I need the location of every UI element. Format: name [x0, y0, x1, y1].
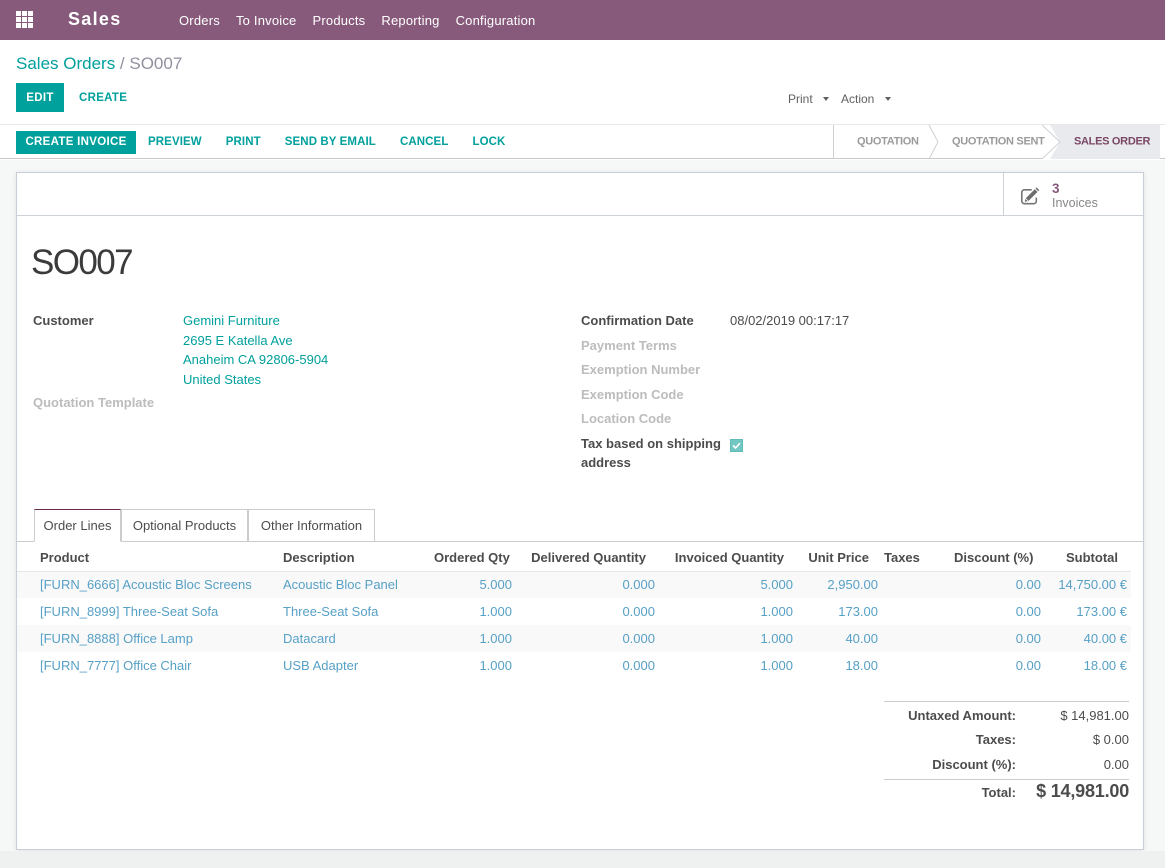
svg-text:QUOTATION SENT: QUOTATION SENT	[952, 136, 1045, 148]
svg-text:QUOTATION: QUOTATION	[857, 136, 919, 148]
svg-text:SALES ORDER: SALES ORDER	[1074, 136, 1151, 148]
